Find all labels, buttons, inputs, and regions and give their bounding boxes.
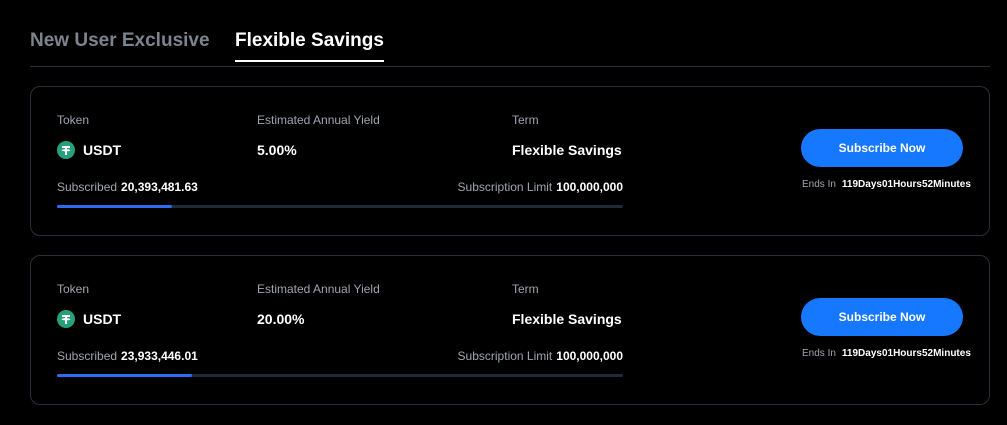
subscribed-value: 20,393,481.63: [121, 180, 198, 194]
savings-card: Token USDT Estimated Annual Yield 20.00%…: [30, 255, 990, 405]
limit-value: 100,000,000: [556, 180, 623, 194]
yield-value: 5.00%: [257, 142, 297, 158]
term-value: Flexible Savings: [512, 311, 622, 327]
subscription-progress-bar: [57, 205, 623, 208]
ends-in-value: 119Days01Hours52Minutes: [841, 348, 971, 359]
limit-label: Subscription Limit: [457, 180, 553, 194]
term-label: Term: [512, 113, 539, 127]
subscribed-info: Subscribed 20,393,481.63: [57, 180, 198, 194]
token-label: Token: [57, 113, 90, 127]
progress-fill: [57, 205, 173, 208]
ends-in-label: Ends In: [802, 348, 836, 359]
ends-in-info: Ends In 119Days01Hours52Minutes: [802, 348, 971, 359]
yield-value: 20.00%: [257, 311, 305, 327]
progress-fill: [57, 374, 193, 377]
ends-in-info: Ends In 119Days01Hours52Minutes: [802, 179, 971, 190]
tab-new-user-exclusive[interactable]: New User Exclusive: [30, 30, 210, 60]
token-label: Token: [57, 282, 90, 296]
limit-info: Subscription Limit 100,000,000: [458, 349, 623, 363]
subscribed-value: 23,933,446.01: [121, 349, 198, 363]
yield-label: Estimated Annual Yield: [257, 282, 380, 296]
yield-label: Estimated Annual Yield: [257, 113, 380, 127]
limit-info: Subscription Limit 100,000,000: [458, 180, 623, 194]
subscribed-label: Subscribed: [57, 180, 118, 194]
tether-icon: [57, 141, 75, 159]
tab-bar: New User Exclusive Flexible Savings: [30, 26, 990, 67]
tether-icon: [57, 310, 75, 328]
subscribed-info: Subscribed 23,933,446.01: [57, 349, 198, 363]
subscribe-now-button[interactable]: Subscribe Now: [801, 298, 963, 336]
tab-flexible-savings[interactable]: Flexible Savings: [235, 30, 384, 62]
ends-in-value: 119Days01Hours52Minutes: [841, 179, 971, 190]
token-name: USDT: [83, 142, 122, 158]
limit-label: Subscription Limit: [457, 349, 553, 363]
subscribed-label: Subscribed: [57, 349, 118, 363]
ends-in-label: Ends In: [802, 179, 836, 190]
term-value: Flexible Savings: [512, 142, 622, 158]
limit-value: 100,000,000: [556, 349, 623, 363]
subscribe-now-button[interactable]: Subscribe Now: [801, 129, 963, 167]
term-label: Term: [512, 282, 539, 296]
savings-card: Token USDT Estimated Annual Yield 5.00% …: [30, 86, 990, 236]
subscription-progress-bar: [57, 374, 623, 377]
token-name: USDT: [83, 311, 122, 327]
